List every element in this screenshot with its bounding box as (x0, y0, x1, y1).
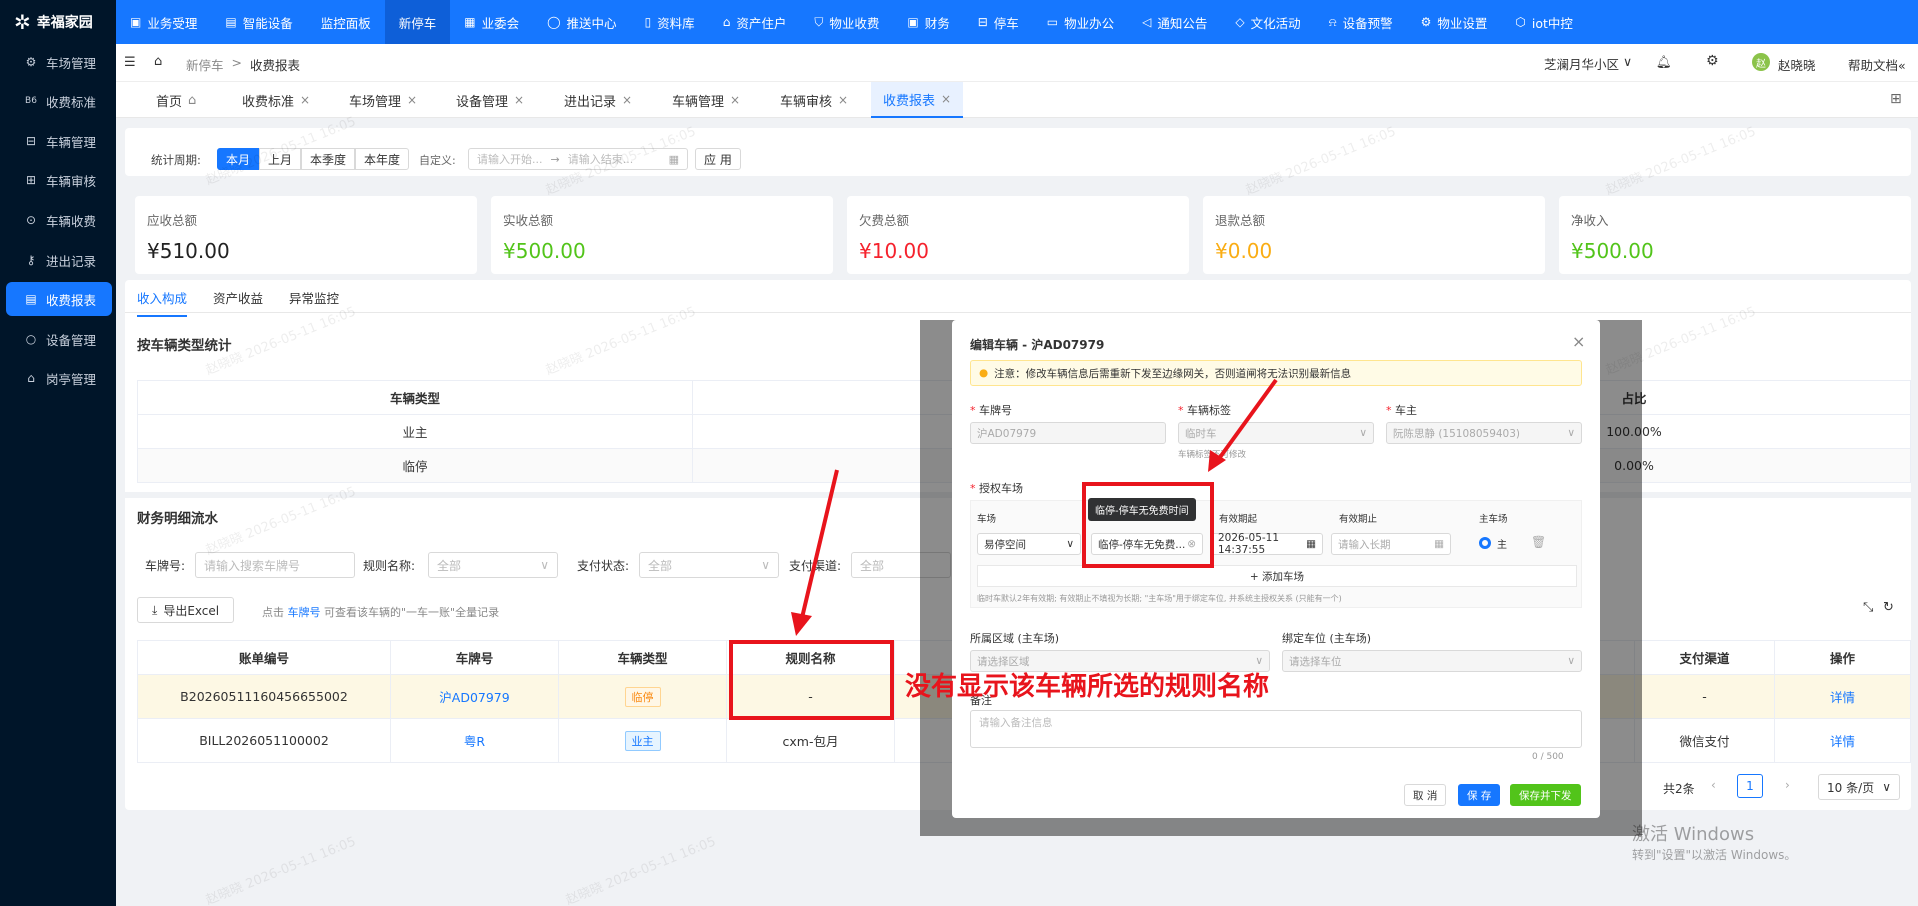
annotation-arrows (791, 378, 1278, 636)
annotation-text: 没有显示该车辆所选的规则名称 (905, 672, 1270, 702)
arrowhead (791, 612, 812, 636)
arrow-to-rule-select (1216, 378, 1278, 462)
windows-activation-subtitle: 转到"设置"以激活 Windows。 (1632, 848, 1797, 862)
arrow-to-rule-cell (799, 469, 839, 623)
windows-activation-title: 激活 Windows (1632, 824, 1755, 845)
